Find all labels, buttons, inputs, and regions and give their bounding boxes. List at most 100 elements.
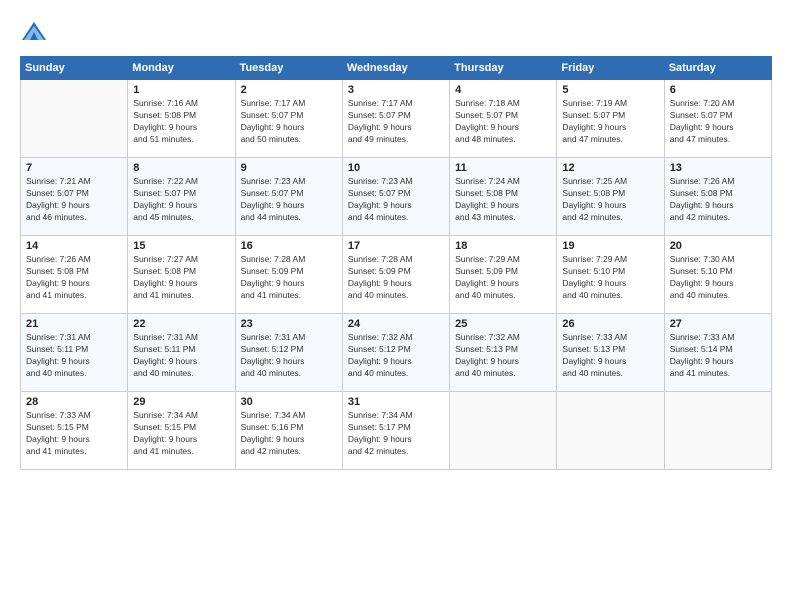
day-cell	[664, 392, 771, 470]
day-info-line: and 44 minutes.	[241, 212, 337, 224]
day-info-line: and 40 minutes.	[670, 290, 766, 302]
day-info-line: and 40 minutes.	[562, 290, 658, 302]
day-info-line: Sunrise: 7:26 AM	[670, 176, 766, 188]
day-info-line: Daylight: 9 hours	[133, 122, 229, 134]
day-info-line: Daylight: 9 hours	[241, 434, 337, 446]
day-info-line: Sunset: 5:08 PM	[455, 188, 551, 200]
day-info-line: Daylight: 9 hours	[562, 200, 658, 212]
calendar-body: 1Sunrise: 7:16 AMSunset: 5:08 PMDaylight…	[21, 80, 772, 470]
day-info-line: Sunrise: 7:18 AM	[455, 98, 551, 110]
day-info-line: Daylight: 9 hours	[562, 356, 658, 368]
week-row-2: 7Sunrise: 7:21 AMSunset: 5:07 PMDaylight…	[21, 158, 772, 236]
day-info-line: Sunrise: 7:28 AM	[241, 254, 337, 266]
day-info-line: Sunset: 5:10 PM	[670, 266, 766, 278]
day-info-line: Sunrise: 7:16 AM	[133, 98, 229, 110]
day-info-line: Sunset: 5:11 PM	[133, 344, 229, 356]
day-info-line: Sunrise: 7:30 AM	[670, 254, 766, 266]
day-info-line: Daylight: 9 hours	[241, 278, 337, 290]
logo-icon	[20, 18, 48, 46]
week-row-4: 21Sunrise: 7:31 AMSunset: 5:11 PMDayligh…	[21, 314, 772, 392]
day-cell: 23Sunrise: 7:31 AMSunset: 5:12 PMDayligh…	[235, 314, 342, 392]
day-number: 10	[348, 162, 444, 174]
day-cell: 15Sunrise: 7:27 AMSunset: 5:08 PMDayligh…	[128, 236, 235, 314]
day-number: 27	[670, 318, 766, 330]
day-info-line: Sunset: 5:08 PM	[133, 266, 229, 278]
day-cell: 31Sunrise: 7:34 AMSunset: 5:17 PMDayligh…	[342, 392, 449, 470]
day-cell: 14Sunrise: 7:26 AMSunset: 5:08 PMDayligh…	[21, 236, 128, 314]
day-info-line: Sunset: 5:07 PM	[241, 188, 337, 200]
day-info-line: and 40 minutes.	[348, 368, 444, 380]
header-cell-monday: Monday	[128, 57, 235, 80]
day-info-line: and 41 minutes.	[133, 446, 229, 458]
day-cell: 20Sunrise: 7:30 AMSunset: 5:10 PMDayligh…	[664, 236, 771, 314]
day-cell: 8Sunrise: 7:22 AMSunset: 5:07 PMDaylight…	[128, 158, 235, 236]
day-info-line: Daylight: 9 hours	[348, 278, 444, 290]
day-info-line: Daylight: 9 hours	[348, 200, 444, 212]
day-number: 8	[133, 162, 229, 174]
day-cell: 13Sunrise: 7:26 AMSunset: 5:08 PMDayligh…	[664, 158, 771, 236]
day-info-line: Daylight: 9 hours	[348, 434, 444, 446]
day-info-line: Daylight: 9 hours	[133, 200, 229, 212]
week-row-5: 28Sunrise: 7:33 AMSunset: 5:15 PMDayligh…	[21, 392, 772, 470]
day-info-line: and 47 minutes.	[670, 134, 766, 146]
day-info-line: and 40 minutes.	[348, 290, 444, 302]
day-info-line: Sunset: 5:08 PM	[133, 110, 229, 122]
day-info-line: Sunset: 5:07 PM	[455, 110, 551, 122]
day-number: 31	[348, 396, 444, 408]
header-cell-tuesday: Tuesday	[235, 57, 342, 80]
day-number: 16	[241, 240, 337, 252]
header-cell-wednesday: Wednesday	[342, 57, 449, 80]
day-info-line: Sunrise: 7:29 AM	[455, 254, 551, 266]
day-info-line: Sunrise: 7:17 AM	[241, 98, 337, 110]
day-info-line: Sunrise: 7:26 AM	[26, 254, 122, 266]
header-cell-friday: Friday	[557, 57, 664, 80]
day-cell: 18Sunrise: 7:29 AMSunset: 5:09 PMDayligh…	[450, 236, 557, 314]
header-cell-saturday: Saturday	[664, 57, 771, 80]
day-info-line: Daylight: 9 hours	[455, 278, 551, 290]
day-info-line: and 42 minutes.	[562, 212, 658, 224]
logo	[20, 18, 52, 46]
day-info-line: and 46 minutes.	[26, 212, 122, 224]
day-info-line: Sunrise: 7:25 AM	[562, 176, 658, 188]
day-info-line: Daylight: 9 hours	[670, 200, 766, 212]
day-info-line: and 41 minutes.	[670, 368, 766, 380]
day-info-line: and 49 minutes.	[348, 134, 444, 146]
day-cell: 28Sunrise: 7:33 AMSunset: 5:15 PMDayligh…	[21, 392, 128, 470]
day-info-line: Sunrise: 7:31 AM	[241, 332, 337, 344]
header-cell-sunday: Sunday	[21, 57, 128, 80]
day-info-line: Sunset: 5:07 PM	[348, 188, 444, 200]
page: SundayMondayTuesdayWednesdayThursdayFrid…	[0, 0, 792, 612]
day-info-line: and 42 minutes.	[348, 446, 444, 458]
calendar-header: SundayMondayTuesdayWednesdayThursdayFrid…	[21, 57, 772, 80]
day-info-line: Sunset: 5:08 PM	[26, 266, 122, 278]
day-info-line: Sunrise: 7:28 AM	[348, 254, 444, 266]
day-info-line: and 47 minutes.	[562, 134, 658, 146]
day-cell: 4Sunrise: 7:18 AMSunset: 5:07 PMDaylight…	[450, 80, 557, 158]
day-info-line: Sunset: 5:15 PM	[133, 422, 229, 434]
day-info-line: Sunrise: 7:19 AM	[562, 98, 658, 110]
day-info-line: Sunrise: 7:23 AM	[241, 176, 337, 188]
day-info-line: Sunset: 5:10 PM	[562, 266, 658, 278]
day-info-line: and 40 minutes.	[133, 368, 229, 380]
day-info-line: Daylight: 9 hours	[670, 356, 766, 368]
day-cell: 7Sunrise: 7:21 AMSunset: 5:07 PMDaylight…	[21, 158, 128, 236]
day-number: 21	[26, 318, 122, 330]
day-info-line: Daylight: 9 hours	[348, 356, 444, 368]
day-info-line: and 43 minutes.	[455, 212, 551, 224]
day-cell: 24Sunrise: 7:32 AMSunset: 5:12 PMDayligh…	[342, 314, 449, 392]
day-info-line: Daylight: 9 hours	[26, 278, 122, 290]
day-info-line: and 40 minutes.	[455, 368, 551, 380]
day-info-line: Sunset: 5:12 PM	[241, 344, 337, 356]
day-info-line: and 42 minutes.	[241, 446, 337, 458]
day-info-line: Sunrise: 7:20 AM	[670, 98, 766, 110]
day-info-line: Sunset: 5:12 PM	[348, 344, 444, 356]
day-number: 20	[670, 240, 766, 252]
day-number: 13	[670, 162, 766, 174]
day-info-line: Sunrise: 7:34 AM	[348, 410, 444, 422]
day-info-line: Sunrise: 7:31 AM	[133, 332, 229, 344]
day-number: 1	[133, 84, 229, 96]
day-number: 9	[241, 162, 337, 174]
day-cell: 12Sunrise: 7:25 AMSunset: 5:08 PMDayligh…	[557, 158, 664, 236]
day-info-line: Daylight: 9 hours	[133, 356, 229, 368]
day-info-line: Sunset: 5:07 PM	[26, 188, 122, 200]
